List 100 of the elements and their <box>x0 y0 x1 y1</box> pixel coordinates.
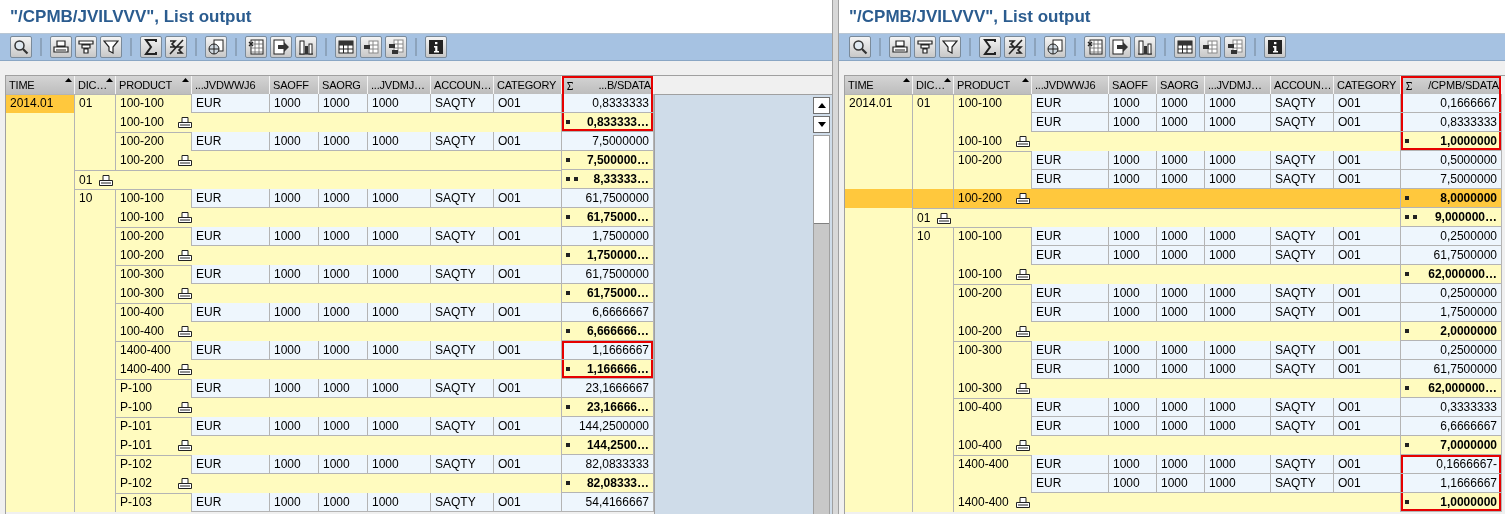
toolbar-button[interactable] <box>425 36 447 58</box>
table-cell: EUR <box>192 227 270 246</box>
toolbar-button[interactable] <box>205 36 227 58</box>
scroll-up-button[interactable] <box>813 97 830 114</box>
cell-text: 144,2500000 <box>578 418 649 435</box>
toolbar-button[interactable] <box>270 36 292 58</box>
table-cell-text: 100-300 <box>958 380 1004 397</box>
column-header[interactable]: ...JVDMJ… <box>1205 76 1271 94</box>
column-header[interactable]: CATEGORY <box>494 76 562 94</box>
toolbar-button[interactable] <box>1264 36 1286 58</box>
table-cell: 100-300 <box>954 341 1032 360</box>
column-header[interactable]: ...JVDMJ… <box>368 76 431 94</box>
table-cell: 1000 <box>1157 94 1205 113</box>
globe-icon <box>208 39 224 55</box>
toolbar-button[interactable] <box>10 36 32 58</box>
table-cell: 1000 <box>1109 151 1157 170</box>
spreadsheet-icon <box>1087 39 1103 55</box>
toolbar-button[interactable] <box>1109 36 1131 58</box>
column-header[interactable]: ...JVDWWJ6 <box>192 76 270 94</box>
table-cell: 1000 <box>1109 474 1157 493</box>
toolbar-button[interactable] <box>1084 36 1106 58</box>
table-cell: 1000 <box>1205 303 1271 322</box>
table-cell[interactable]: 2014.01 <box>845 94 913 113</box>
column-header[interactable]: TIME <box>6 76 75 94</box>
table-cell: 1000 <box>368 265 431 284</box>
column-header[interactable]: CATEGORY <box>1334 76 1401 94</box>
table-cell: O01 <box>1334 360 1401 379</box>
table-cell: SAQTY <box>431 417 494 436</box>
toolbar-button[interactable] <box>1224 36 1246 58</box>
toolbar-button[interactable] <box>1134 36 1156 58</box>
column-header[interactable]: SAOFF <box>1109 76 1157 94</box>
table-cell: 1000 <box>319 417 368 436</box>
table-cell: 1000 <box>368 94 431 113</box>
toolbar-button[interactable] <box>245 36 267 58</box>
table-cell: O01 <box>1334 113 1401 132</box>
table-cell: SAQTY <box>431 379 494 398</box>
total-level-icon <box>1405 215 1417 219</box>
column-header[interactable]: PRODUCT <box>954 76 1032 94</box>
toolbar-button[interactable] <box>1044 36 1066 58</box>
spreadsheet-icon <box>248 39 264 55</box>
cell-text: 0,5000000 <box>1440 152 1497 169</box>
table-cell: O01 <box>1334 227 1401 246</box>
column-header[interactable]: /CPMB/SDATA <box>1401 76 1502 94</box>
toolbar-button[interactable] <box>335 36 357 58</box>
scroll-down-button[interactable] <box>813 116 830 133</box>
toolbar-button[interactable] <box>360 36 382 58</box>
printer-icon <box>178 288 192 299</box>
column-header[interactable]: ACCOUN… <box>431 76 494 94</box>
table-cell: O01 <box>494 341 562 360</box>
table-cell: 1000 <box>270 341 319 360</box>
column-header[interactable]: ...B/SDATA <box>562 76 654 94</box>
table-cell[interactable]: 2014.01 <box>6 94 75 113</box>
column-header[interactable]: SAORG <box>1157 76 1205 94</box>
toolbar-button[interactable] <box>100 36 122 58</box>
column-header[interactable]: DIC… <box>75 76 116 94</box>
toolbar-button[interactable] <box>75 36 97 58</box>
column-header[interactable]: SAORG <box>319 76 368 94</box>
column-header[interactable]: ACCOUN… <box>1271 76 1334 94</box>
column-header[interactable]: TIME <box>845 76 913 94</box>
toolbar-button[interactable] <box>165 36 187 58</box>
funnel-icon <box>942 39 958 55</box>
table-cell: 1000 <box>319 94 368 113</box>
cell-text: 82,08333… <box>586 474 649 492</box>
toolbar-button[interactable] <box>849 36 871 58</box>
window-title: "/CPMB/JVILVVV", List output <box>849 6 1091 27</box>
table-cell: 01 <box>75 94 116 113</box>
table-cell: O01 <box>494 379 562 398</box>
total-level-icon <box>566 329 570 333</box>
toolbar-button[interactable] <box>979 36 1001 58</box>
toolbar-button[interactable] <box>889 36 911 58</box>
toolbar-button[interactable] <box>939 36 961 58</box>
column-header[interactable]: SAOFF <box>270 76 319 94</box>
table-cell-text: P-102 <box>120 475 154 492</box>
magnifier-icon <box>13 39 29 55</box>
toolbar-button[interactable] <box>295 36 317 58</box>
printer-icon <box>1016 326 1030 337</box>
table-cell: O01 <box>1334 417 1401 436</box>
toolbar-button[interactable] <box>140 36 162 58</box>
table-cell: 1000 <box>319 303 368 322</box>
column-header[interactable]: ...JVDWWJ6 <box>1032 76 1109 94</box>
cell-text: 61,75000… <box>586 208 649 226</box>
toolbar-button[interactable] <box>1174 36 1196 58</box>
toolbar-button[interactable] <box>50 36 72 58</box>
printer-icon <box>178 326 192 337</box>
toolbar-button[interactable] <box>1199 36 1221 58</box>
table-cell: 1000 <box>1109 284 1157 303</box>
table-cell: 10 <box>75 189 116 208</box>
table-cell: EUR <box>1032 170 1109 189</box>
toolbar-button[interactable] <box>914 36 936 58</box>
table-cell: 1000 <box>319 265 368 284</box>
toolbar-button[interactable] <box>1004 36 1026 58</box>
column-header[interactable]: DIC… <box>913 76 954 94</box>
sum-icon <box>1406 82 1412 90</box>
table-cell: 1000 <box>1157 417 1205 436</box>
table-cell: SAQTY <box>1271 360 1334 379</box>
toolbar-button[interactable] <box>385 36 407 58</box>
scroll-thumb[interactable] <box>814 223 829 514</box>
table-cell: EUR <box>192 455 270 474</box>
cell-text: 61,7500000 <box>585 190 649 207</box>
column-header[interactable]: PRODUCT <box>116 76 192 94</box>
